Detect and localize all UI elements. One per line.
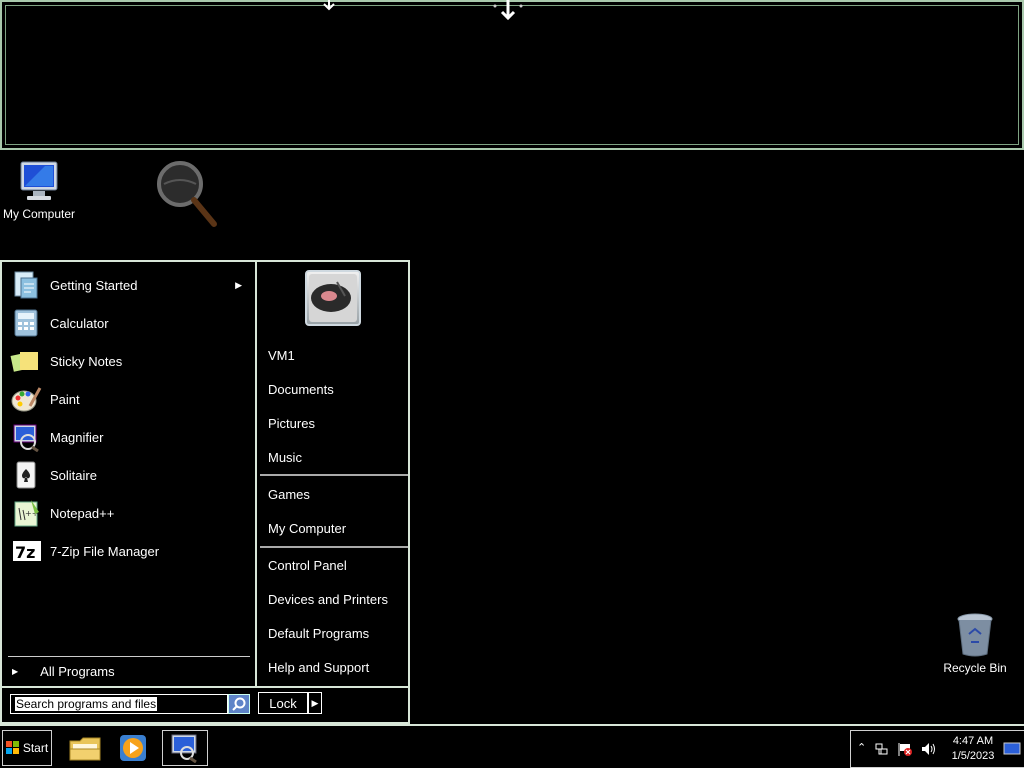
chevron-right-icon: ▶	[311, 697, 319, 708]
solitaire-icon	[10, 459, 42, 491]
program-solitaire[interactable]: Solitaire	[10, 458, 250, 492]
program-label: Notepad++	[50, 505, 115, 521]
calculator-icon	[10, 307, 42, 339]
places-separator	[260, 474, 408, 476]
show-hidden-icons-chevron-icon[interactable]: ⌃	[857, 741, 866, 754]
system-clock[interactable]: 4:47 AM 1/5/2023	[945, 734, 1001, 764]
taskbar: Start ⌃ 4:47 AM 1/5/2023	[0, 724, 1024, 768]
magnifier-icon	[10, 421, 42, 453]
action-center-flag-icon[interactable]	[897, 742, 913, 757]
place-music[interactable]: Music	[268, 450, 302, 465]
place-my-computer[interactable]: My Computer	[268, 521, 346, 536]
show-desktop-icon[interactable]	[1003, 741, 1021, 757]
sticky-notes-icon	[10, 345, 42, 377]
places-separator	[260, 546, 408, 548]
start-button[interactable]: Start	[2, 730, 52, 766]
search-placeholder: Search programs and files	[15, 697, 158, 711]
search-button[interactable]	[228, 694, 250, 714]
place-default-programs[interactable]: Default Programs	[268, 626, 369, 641]
program-label: Sticky Notes	[50, 353, 123, 369]
bottom-divider	[2, 686, 408, 688]
user-picture-avatar[interactable]	[305, 270, 361, 326]
network-icon[interactable]	[875, 742, 889, 756]
program-notepad-plus-plus[interactable]: ++ Notepad++	[10, 496, 250, 530]
media-player-icon	[120, 735, 146, 761]
place-help-support[interactable]: Help and Support	[268, 660, 369, 675]
start-label: Start	[22, 741, 49, 755]
program-label: Magnifier	[50, 429, 104, 445]
magnifier-icon	[171, 734, 197, 763]
search-input[interactable]: Search programs and files	[10, 694, 228, 714]
program-label: 7-Zip File Manager	[50, 543, 160, 559]
all-programs-button[interactable]: ▶ All Programs	[12, 664, 115, 679]
pane-divider	[255, 262, 257, 686]
recycle-bin-icon	[957, 613, 993, 657]
place-games[interactable]: Games	[268, 487, 310, 502]
windows-logo-icon	[5, 741, 19, 754]
desktop-icon-label: Recycle Bin	[943, 661, 1007, 675]
program-magnifier[interactable]: Magnifier	[10, 420, 250, 454]
magnifier-view-inner	[5, 5, 1019, 145]
shutdown-options-button[interactable]: ▶	[308, 692, 322, 714]
program-label: Calculator	[50, 315, 109, 331]
place-devices-printers[interactable]: Devices and Printers	[268, 592, 388, 607]
program-label: Getting Started	[50, 277, 138, 293]
taskbar-magnifier[interactable]	[162, 730, 208, 766]
cursor-arrow-icon	[323, 0, 335, 11]
desktop-icon-recycle-bin[interactable]: Recycle Bin	[938, 612, 1012, 675]
desktop-icon-label: My Computer	[2, 207, 76, 221]
getting-started-icon	[10, 269, 42, 301]
all-programs-separator	[8, 656, 250, 657]
taskbar-media-player[interactable]	[110, 730, 156, 766]
magnifier-view-panel	[0, 0, 1024, 150]
place-pictures[interactable]: Pictures	[268, 416, 315, 431]
desktop-icon-my-computer[interactable]: My Computer	[0, 158, 78, 221]
program-sticky-notes[interactable]: Sticky Notes	[10, 344, 250, 378]
seven-zip-icon: 7z	[10, 535, 42, 567]
clock-time: 4:47 AM	[952, 735, 994, 747]
submenu-arrow-icon: ▶	[235, 279, 242, 290]
svg-text:7z: 7z	[15, 543, 35, 562]
lock-button[interactable]: Lock	[258, 692, 308, 714]
desktop-magnifying-glass-icon[interactable]	[154, 158, 220, 230]
program-label: Solitaire	[50, 467, 97, 483]
notepad-plus-plus-icon: ++	[10, 497, 42, 529]
start-menu: Getting Started ▶ Calculator Sticky Note…	[0, 260, 410, 724]
volume-speaker-icon[interactable]	[921, 742, 937, 756]
search-icon	[232, 697, 246, 711]
start-menu-programs-pane: Getting Started ▶ Calculator Sticky Note…	[2, 262, 256, 686]
paint-icon	[10, 383, 42, 415]
all-programs-label: All Programs	[40, 664, 115, 679]
move-cursor-icon	[493, 0, 523, 21]
turntable-avatar-icon	[309, 274, 357, 322]
program-paint[interactable]: Paint	[10, 382, 250, 416]
place-user-folder[interactable]: VM1	[268, 348, 295, 363]
program-calculator[interactable]: Calculator	[10, 306, 250, 340]
magnifying-glass-icon	[157, 161, 217, 227]
program-label: Paint	[50, 391, 80, 407]
taskbar-explorer[interactable]	[62, 730, 108, 766]
start-menu-places-pane: VM1 Documents Pictures Music Games My Co…	[258, 262, 408, 686]
place-documents[interactable]: Documents	[268, 382, 334, 397]
program-7-zip[interactable]: 7z 7-Zip File Manager	[10, 534, 250, 568]
computer-monitor-icon	[20, 161, 58, 200]
folder-icon	[69, 737, 101, 761]
place-control-panel[interactable]: Control Panel	[268, 558, 347, 573]
program-getting-started[interactable]: Getting Started ▶	[10, 268, 250, 302]
expand-arrow-icon: ▶	[12, 667, 19, 676]
clock-date: 1/5/2023	[951, 750, 995, 762]
notification-area: ⌃ 4:47 AM 1/5/2023	[850, 730, 1024, 768]
